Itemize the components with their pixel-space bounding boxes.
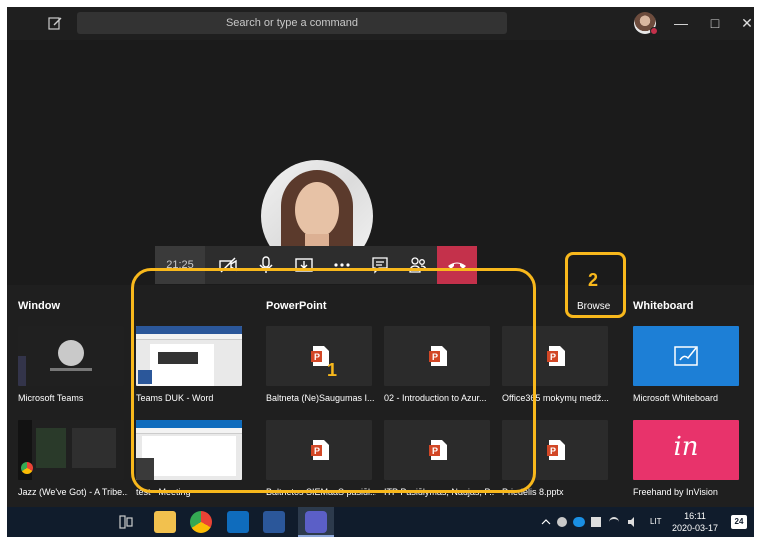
clock-date: 2020-03-17 xyxy=(671,523,719,533)
minimize-button[interactable]: — xyxy=(671,13,691,33)
status-icon[interactable] xyxy=(557,517,567,527)
whiteboard-section-title: Whiteboard xyxy=(633,300,694,312)
annotation-number-2: 2 xyxy=(588,270,599,290)
outlook-icon[interactable] xyxy=(227,511,249,533)
call-stage: 21:25 xyxy=(7,40,754,285)
teams-taskbar-button[interactable] xyxy=(298,507,334,537)
wifi-icon[interactable] xyxy=(609,517,619,527)
window-label: Microsoft Teams xyxy=(18,393,84,403)
title-bar: Search or type a command — □ ✕ xyxy=(7,7,754,40)
search-input[interactable]: Search or type a command xyxy=(77,12,507,34)
clock-time: 16:11 xyxy=(684,511,706,521)
whiteboard-icon xyxy=(674,346,698,366)
powerpoint-icon: P xyxy=(547,440,565,460)
chrome-icon[interactable] xyxy=(190,511,212,533)
window-label: Jazz (We've Got) - A Tribe... xyxy=(18,487,128,497)
notifications-badge[interactable]: 24 xyxy=(731,515,747,529)
word-icon[interactable] xyxy=(263,511,285,533)
invision-logo: in xyxy=(673,432,699,462)
teams-icon xyxy=(305,511,327,533)
window-thumbnail[interactable] xyxy=(18,420,124,480)
svg-text:P: P xyxy=(550,446,556,456)
invision-label: Freehand by InVision xyxy=(633,487,718,497)
status-busy-icon xyxy=(650,27,658,35)
task-view-icon[interactable] xyxy=(119,515,133,529)
maximize-button[interactable]: □ xyxy=(705,13,725,33)
whiteboard-label: Microsoft Whiteboard xyxy=(633,393,719,403)
chevron-up-icon[interactable] xyxy=(541,517,551,527)
compose-icon[interactable] xyxy=(47,15,63,31)
annotation-number-1: 1 xyxy=(327,360,338,380)
input-language[interactable]: LIT xyxy=(650,517,662,526)
volume-icon[interactable] xyxy=(627,516,639,528)
window-section-title: Window xyxy=(18,300,61,312)
close-button[interactable]: ✕ xyxy=(737,13,754,33)
battery-icon[interactable] xyxy=(591,517,601,527)
file-explorer-icon[interactable] xyxy=(154,511,176,533)
windows-taskbar: LIT 16:11 2020-03-17 24 xyxy=(7,507,754,537)
whiteboard-thumbnail[interactable] xyxy=(633,326,739,386)
svg-text:P: P xyxy=(550,352,556,362)
onedrive-icon[interactable] xyxy=(573,517,585,527)
avatar[interactable] xyxy=(634,12,658,35)
clock[interactable]: 16:11 2020-03-17 xyxy=(669,510,721,534)
powerpoint-icon: P xyxy=(547,346,565,366)
invision-thumbnail[interactable]: in xyxy=(633,420,739,480)
window-thumbnail[interactable] xyxy=(18,326,124,386)
teams-window: Search or type a command — □ ✕ 21:25 Win… xyxy=(7,7,754,535)
